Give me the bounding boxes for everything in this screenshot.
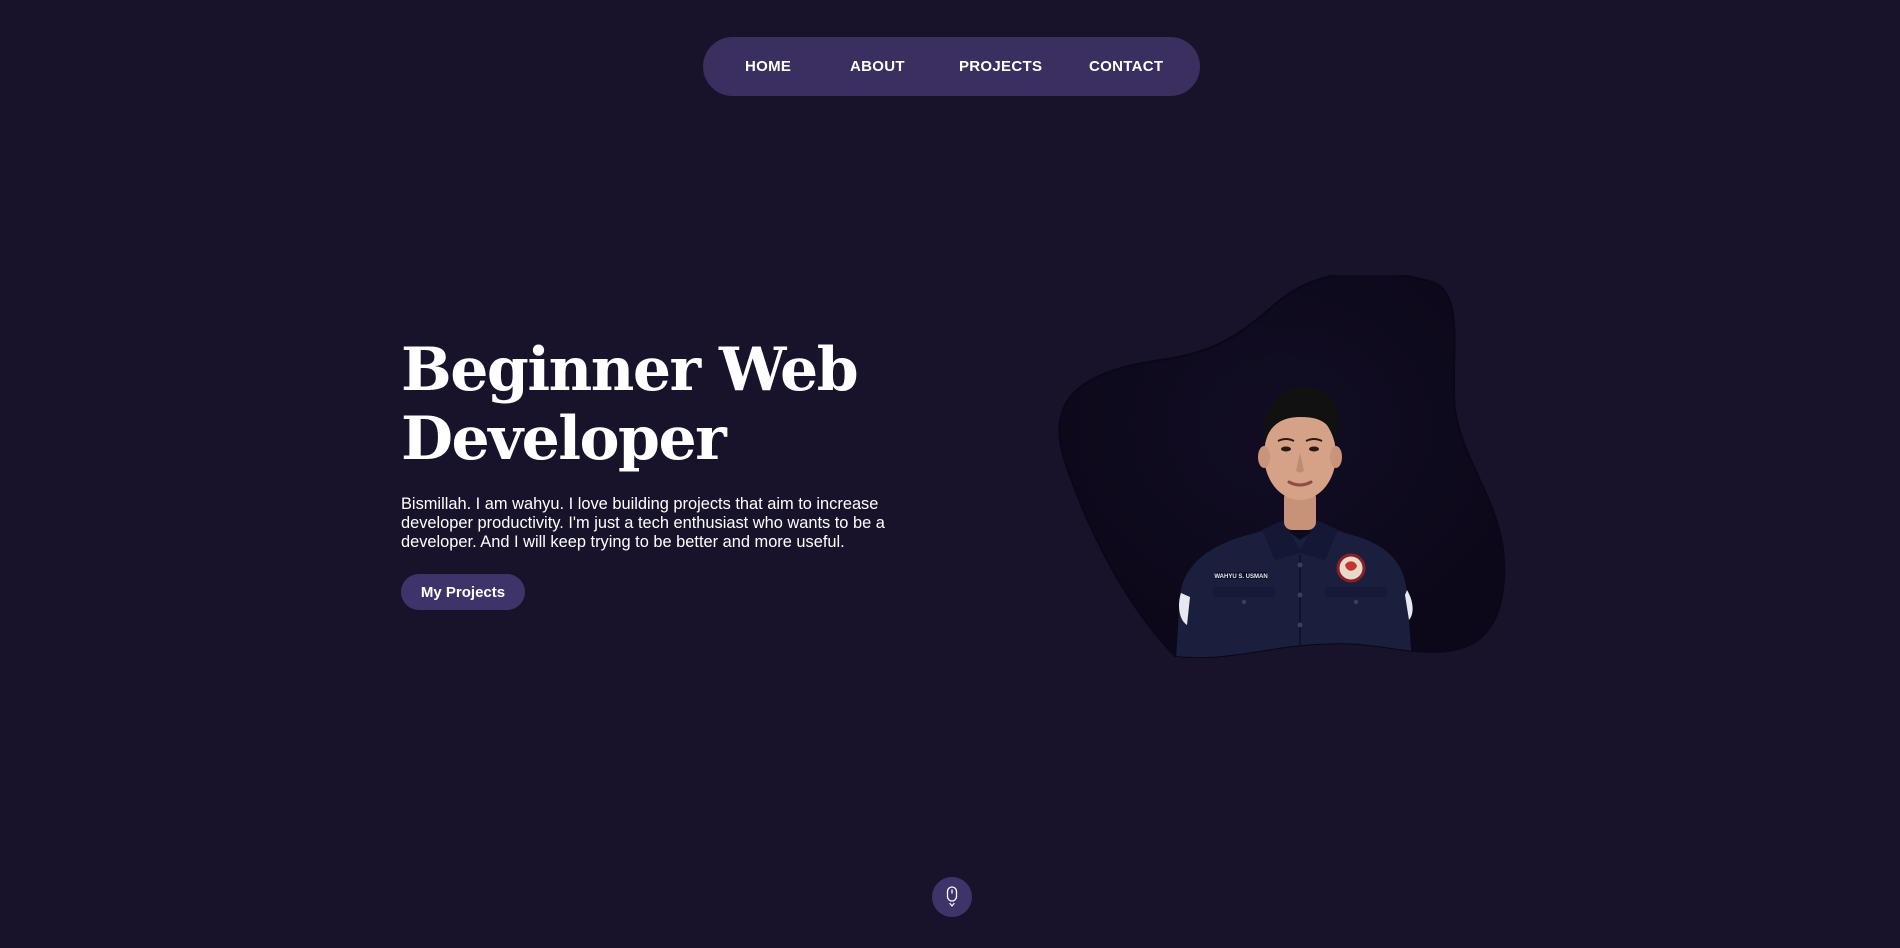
hero-title: Beginner Web Developer — [401, 336, 961, 474]
hero-description-line: developer. And I will keep trying to be … — [401, 533, 845, 551]
portrait-illustration: WAHYU S. USMAN — [1058, 275, 1506, 659]
nav-item-home[interactable]: HOME — [745, 37, 791, 96]
page: HOME ABOUT PROJECTS CONTACT Beginner Web… — [0, 0, 1900, 948]
name-tag-text: WAHYU S. USMAN — [1214, 574, 1267, 580]
hero-title-line-2: Developer — [401, 404, 727, 474]
my-projects-button[interactable]: My Projects — [401, 574, 525, 610]
portrait-blob: WAHYU S. USMAN — [1055, 275, 1515, 675]
hero-title-line-1: Beginner Web — [401, 335, 859, 405]
main-nav: HOME ABOUT PROJECTS CONTACT — [703, 37, 1200, 96]
hero-description: Bismillah. I am wahyu. I love building p… — [401, 495, 941, 552]
nav-item-projects[interactable]: PROJECTS — [959, 37, 1042, 96]
nav-item-about[interactable]: ABOUT — [850, 37, 905, 96]
nav-item-contact[interactable]: CONTACT — [1089, 37, 1163, 96]
mouse-scroll-icon — [946, 886, 958, 907]
hero-description-line: developer productivity. I'm just a tech … — [401, 514, 885, 532]
scroll-down-button[interactable] — [932, 877, 972, 917]
hero-description-line: Bismillah. I am wahyu. I love building p… — [401, 495, 879, 513]
